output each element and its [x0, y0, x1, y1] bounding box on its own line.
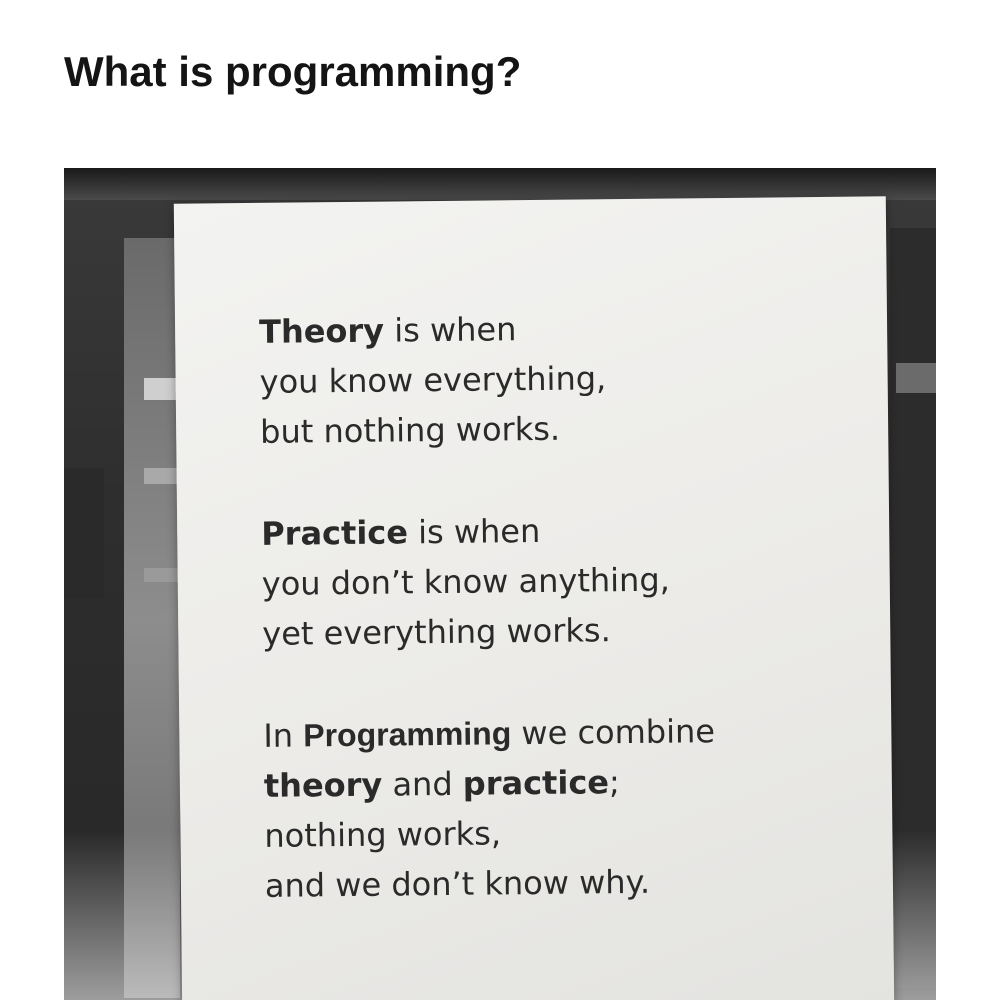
- photo-background-light: [896, 363, 936, 393]
- headline: What is programming?: [64, 48, 522, 95]
- photo-background-shelf: [144, 378, 178, 400]
- sign-stanza-practice: Practice is when you don’t know anything…: [261, 502, 883, 658]
- sign-line: theory and practice;: [263, 763, 620, 805]
- sign-line: you don’t know anything,: [261, 560, 671, 603]
- sign-line: Theory is when: [258, 310, 517, 351]
- photo-background-shelf: [144, 468, 178, 484]
- sign-line: Practice is when: [261, 511, 541, 553]
- sign-line: you know everything,: [259, 359, 607, 401]
- sign-stanza-theory: Theory is when you know everything, but …: [259, 300, 881, 456]
- sign-line: but nothing works.: [259, 409, 561, 451]
- sign-line: nothing works,: [264, 814, 502, 855]
- sign-line: In Programming we combine: [263, 712, 716, 755]
- photo: Theory is when you know everything, but …: [64, 168, 936, 1000]
- photo-background-shelf: [144, 568, 178, 582]
- photo-background-frame: [64, 168, 936, 200]
- paper-sign: Theory is when you know everything, but …: [173, 196, 895, 1000]
- photo-background-panel: [64, 468, 104, 598]
- sign-text: Theory is when you know everything, but …: [259, 300, 886, 962]
- sign-line: and we don’t know why.: [264, 862, 651, 905]
- sign-line: yet everything works.: [262, 611, 611, 653]
- sign-stanza-programming: In Programming we combine theory and pra…: [263, 704, 885, 910]
